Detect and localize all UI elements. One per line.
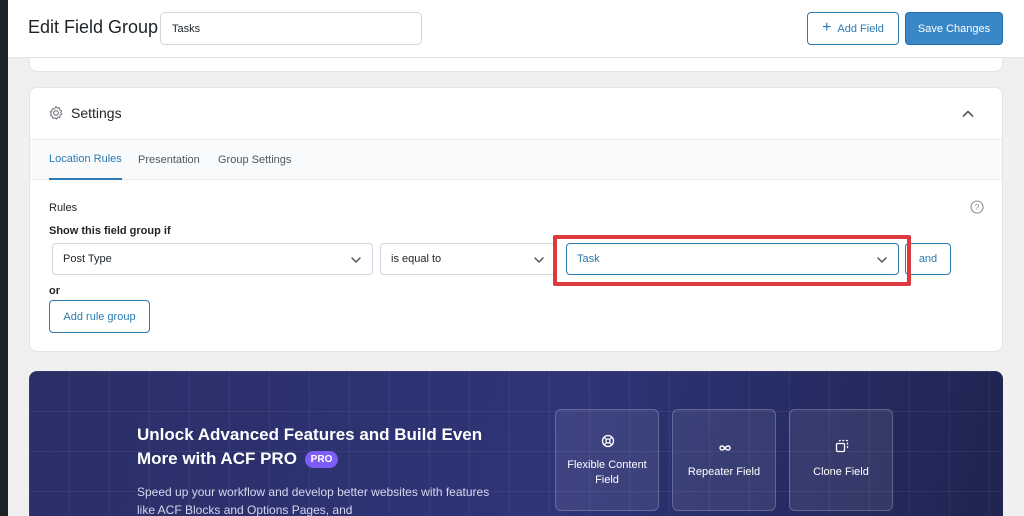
page-header: Edit Field Group + Add Field Save Change…: [8, 0, 1024, 58]
rule-operator-value: is equal to: [391, 253, 442, 265]
chevron-up-icon[interactable]: [961, 107, 975, 121]
chevron-down-icon: [534, 257, 544, 263]
save-changes-button[interactable]: Save Changes: [905, 12, 1003, 45]
rule-param-value: Post Type: [63, 253, 112, 265]
chevron-down-icon: [877, 257, 887, 263]
infinity-icon: [719, 445, 731, 451]
feature-label: Clone Field: [813, 466, 869, 478]
promo-title: Unlock Advanced Features and Build Even …: [137, 423, 497, 471]
feature-flexible-content[interactable]: Flexible Content Field: [555, 409, 659, 511]
rule-operator-select[interactable]: is equal to: [380, 243, 556, 275]
tab-presentation[interactable]: Presentation: [138, 140, 200, 180]
settings-title: Settings: [71, 105, 122, 121]
settings-header[interactable]: Settings: [30, 88, 1002, 140]
promo-description: Speed up your workflow and develop bette…: [137, 485, 490, 516]
rule-param-select[interactable]: Post Type: [52, 243, 373, 275]
add-rule-group-button[interactable]: Add rule group: [49, 300, 150, 333]
gear-icon: [49, 105, 63, 120]
rule-value-select[interactable]: Task: [566, 243, 899, 275]
clone-icon: [835, 439, 849, 453]
or-label: or: [49, 285, 60, 297]
tab-location-rules[interactable]: Location Rules: [49, 140, 122, 180]
admin-sidebar-edge: [0, 0, 8, 516]
add-field-label: Add Field: [837, 22, 884, 35]
feature-repeater[interactable]: Repeater Field: [672, 409, 776, 511]
plus-icon: +: [822, 19, 832, 36]
pro-badge: PRO: [304, 451, 339, 468]
help-icon[interactable]: ?: [970, 200, 984, 214]
previous-card: [29, 58, 1003, 72]
feature-label: Flexible Content Field: [567, 459, 647, 486]
add-field-button[interactable]: + Add Field: [807, 12, 899, 45]
page-title: Edit Field Group: [28, 17, 159, 37]
show-if-label: Show this field group if: [49, 225, 171, 237]
rule-value-value: Task: [577, 253, 600, 265]
field-group-title-input[interactable]: [160, 12, 422, 45]
feature-clone[interactable]: Clone Field: [789, 409, 893, 511]
chevron-down-icon: [351, 257, 361, 263]
settings-card: Settings Location Rules Presentation Gro…: [29, 87, 1003, 352]
tab-group-settings[interactable]: Group Settings: [218, 140, 291, 180]
feature-label: Repeater Field: [687, 466, 761, 478]
acf-pro-promo: Unlock Advanced Features and Build Even …: [29, 371, 1003, 516]
and-rule-button[interactable]: and: [905, 243, 951, 275]
flexible-content-icon: [601, 434, 615, 448]
rules-label: Rules: [49, 202, 78, 214]
settings-tabs: Location Rules Presentation Group Settin…: [30, 140, 1002, 180]
svg-text:?: ?: [975, 202, 980, 212]
